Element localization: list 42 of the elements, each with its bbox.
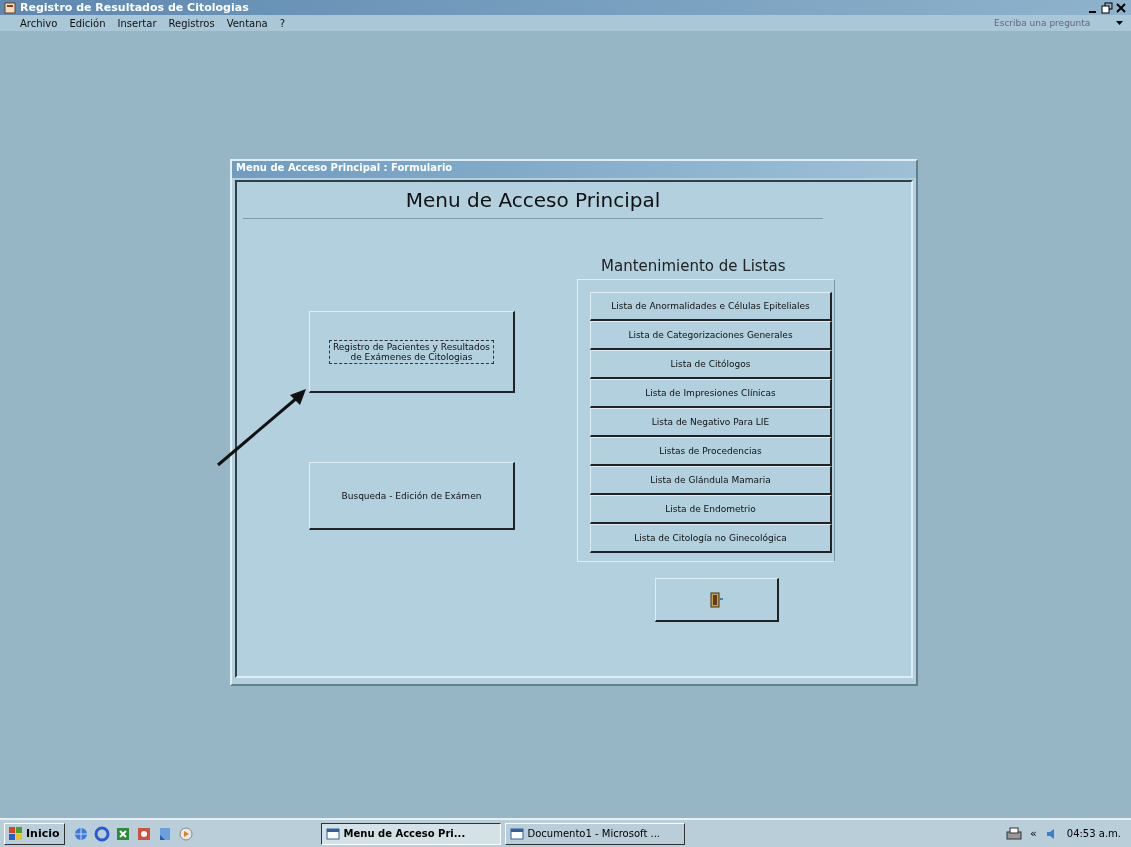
list-button[interactable]: Lista de Citología no Ginecológica — [590, 524, 832, 553]
list-button[interactable]: Lista de Citólogos — [590, 350, 832, 379]
close-icon[interactable] — [1115, 1, 1127, 14]
menu-item[interactable]: Registros — [168, 17, 215, 29]
form-title: Menu de Acceso Principal : Formulario — [232, 161, 916, 178]
printer-icon — [1006, 826, 1023, 841]
start-button[interactable]: Inicio — [4, 822, 65, 845]
window-icon — [325, 827, 340, 840]
menu-item[interactable]: Archivo — [20, 17, 58, 29]
list-button[interactable]: Lista de Categorizaciones Generales — [590, 321, 832, 350]
menu-item[interactable]: ? — [279, 17, 286, 29]
exit-button[interactable] — [655, 578, 779, 622]
windows-logo-icon — [9, 826, 23, 841]
list-button[interactable]: Lista de Endometrio — [590, 495, 832, 524]
list-button[interactable]: Lista de Impresiones Clínicas — [590, 379, 832, 408]
menu-button[interactable]: Busqueda - Edición de Exámen — [309, 462, 515, 530]
menu-item[interactable]: Ventana — [226, 17, 268, 29]
taskbar-button[interactable]: Documento1 - Microsoft ... — [504, 822, 685, 845]
globe-icon[interactable] — [72, 825, 89, 842]
window-icon — [509, 827, 524, 840]
clock: 04:53 a.m. — [1066, 828, 1121, 839]
door-icon — [709, 591, 724, 608]
restore-icon[interactable] — [1101, 1, 1113, 14]
menu-button[interactable]: Registro de Pacientes y Resultados de Exámenes de Citologias — [309, 311, 515, 393]
section-heading: Mantenimiento de Listas — [601, 257, 786, 275]
tray-expand[interactable]: « — [1030, 827, 1037, 840]
window-title: Registro de Resultados de Citologias — [20, 1, 249, 14]
form-heading: Menu de Acceso Principal — [243, 182, 823, 219]
list-button[interactable]: Lista de Glándula Mamaria — [590, 466, 832, 495]
list-button[interactable]: Lista de Anormalidades e Células Epiteliales — [590, 292, 832, 321]
presentation-icon[interactable] — [135, 825, 152, 842]
media-icon[interactable] — [177, 825, 194, 842]
help-field[interactable]: Escriba una pregunta — [994, 18, 1104, 28]
menu-item[interactable]: Edición — [69, 17, 106, 29]
menu-item[interactable]: Insertar — [117, 17, 157, 29]
list-button[interactable]: Lista de Negativo Para LIE — [590, 408, 832, 437]
list-button[interactable]: Listas de Procedencias — [590, 437, 832, 466]
browser-icon[interactable] — [93, 825, 110, 842]
spreadsheet-icon[interactable] — [114, 825, 131, 842]
caret-icon[interactable] — [1116, 21, 1123, 25]
form-icon — [4, 1, 16, 14]
taskbar-button[interactable]: Menu de Acceso Pri... — [320, 822, 501, 845]
